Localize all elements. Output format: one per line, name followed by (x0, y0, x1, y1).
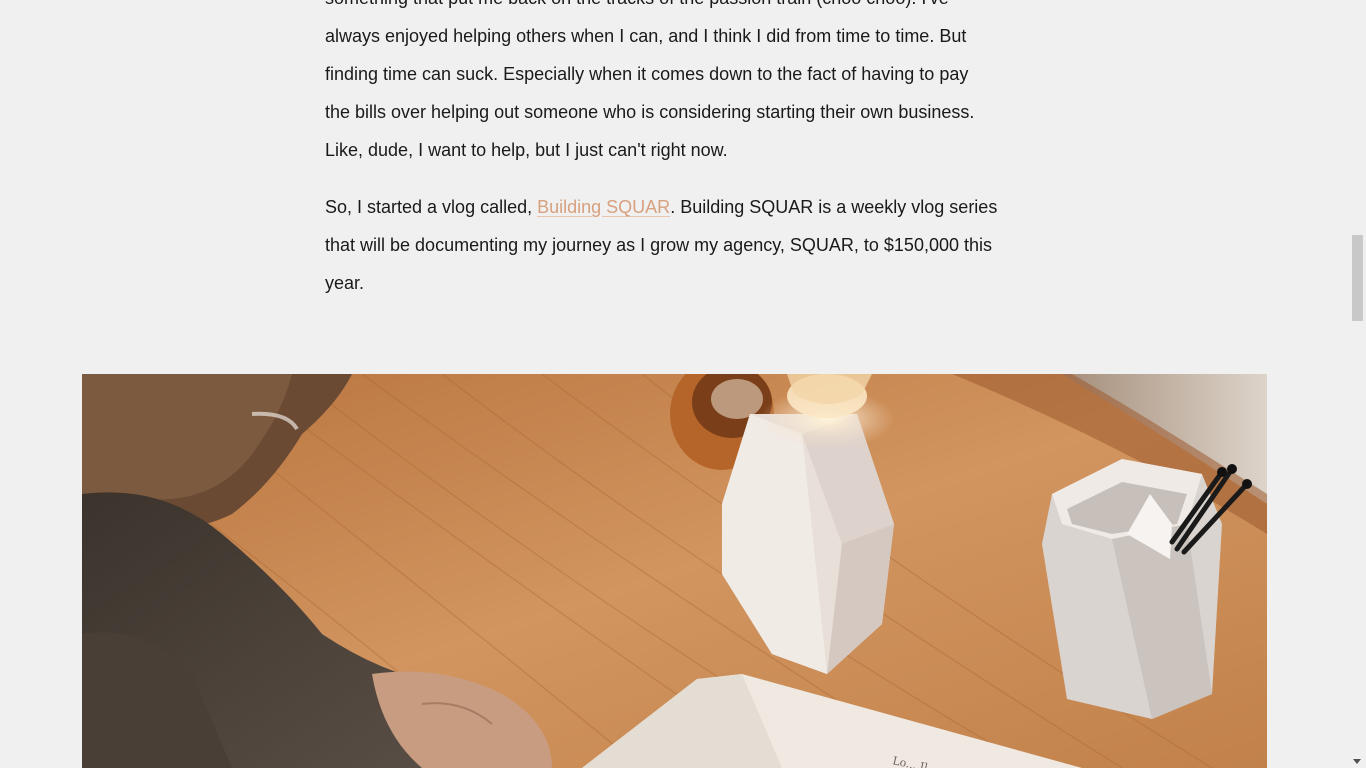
article-body: something that put me back on the tracks… (325, 0, 1025, 321)
paragraph-line: that will be documenting my journey as I… (325, 235, 992, 255)
hero-photo: Lo... Il... (82, 374, 1267, 768)
paragraph-line: finding time can suck. Especially when i… (325, 64, 969, 84)
desk-photo-illustration: Lo... Il... (82, 374, 1267, 768)
scrollbar-thumb[interactable] (1352, 235, 1363, 321)
article-paragraph: something that put me back on the tracks… (325, 0, 1025, 169)
building-squar-link[interactable]: Building SQUAR (537, 197, 670, 217)
scroll-down-arrow-icon[interactable] (1353, 759, 1361, 764)
article-paragraph: So, I started a vlog called, Building SQ… (325, 188, 1025, 302)
paragraph-line: something that put me back on the tracks… (325, 0, 1025, 17)
paragraph-line: So, I started a vlog called, Building SQ… (325, 188, 1025, 226)
paragraph-line: always enjoyed helping others when I can… (325, 26, 967, 46)
paragraph-text: So, I started a vlog called, (325, 197, 538, 217)
paragraph-line: Like, dude, I want to help, but I just c… (325, 140, 728, 160)
paragraph-line: the bills over helping out someone who i… (325, 102, 975, 122)
vertical-scrollbar[interactable] (1349, 0, 1366, 768)
paragraph-line: year. (325, 273, 365, 293)
paragraph-text: . Building SQUAR is a weekly vlog series (670, 197, 998, 217)
